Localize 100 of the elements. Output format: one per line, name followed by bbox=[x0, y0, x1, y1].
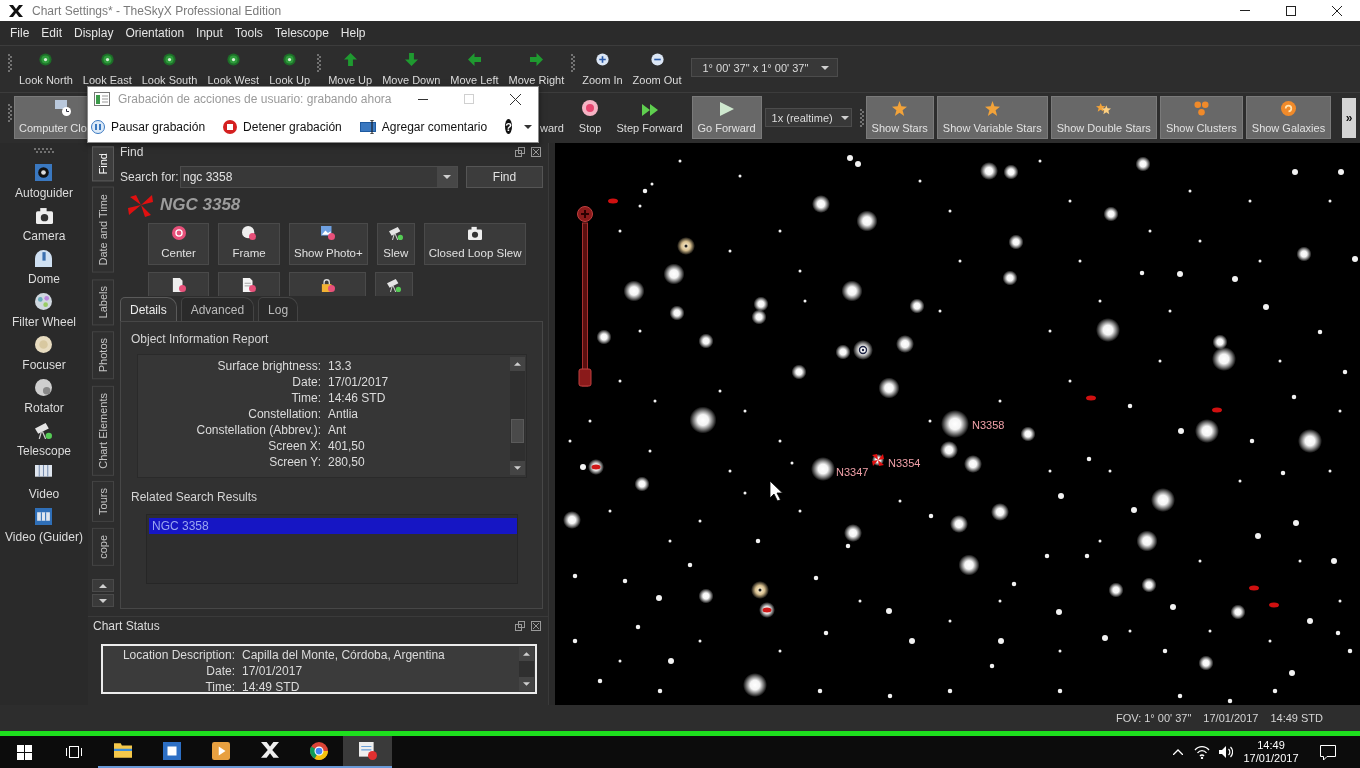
menu-item[interactable]: Display bbox=[68, 23, 120, 43]
close-icon[interactable] bbox=[531, 147, 541, 157]
toolbar-button[interactable]: Move Down bbox=[377, 46, 446, 92]
action-button[interactable] bbox=[375, 272, 413, 296]
menu-item[interactable]: File bbox=[4, 23, 36, 43]
device-button[interactable]: Focuser bbox=[22, 333, 66, 376]
device-button[interactable]: Dome bbox=[28, 247, 60, 290]
rate-dropdown[interactable]: 1x (realtime) bbox=[764, 108, 852, 127]
caret-up-icon bbox=[99, 583, 107, 588]
toolbar-button[interactable]: Go Forward bbox=[691, 96, 762, 139]
list-item[interactable]: NGC 3358 bbox=[149, 518, 517, 534]
device-button[interactable]: Rotator bbox=[24, 376, 64, 419]
scroll-down-button[interactable] bbox=[92, 594, 114, 607]
grip-handle[interactable] bbox=[8, 104, 12, 122]
recorder-button[interactable]: Pausar grabación bbox=[91, 119, 206, 134]
toolbar-button[interactable]: Move Right bbox=[503, 46, 570, 92]
action-button[interactable]: Show Photo+ bbox=[289, 223, 368, 265]
toolbar-button[interactable]: Step Forward bbox=[610, 96, 689, 139]
tab[interactable]: Log bbox=[258, 297, 299, 321]
play-icon bbox=[719, 102, 734, 116]
overflow-button[interactable]: » bbox=[1342, 97, 1356, 138]
recorder-button[interactable]: Agregar comentario bbox=[359, 119, 488, 134]
recorder-button[interactable]: Detener grabación bbox=[223, 119, 342, 134]
device-button[interactable]: Video bbox=[28, 462, 60, 505]
grip-handle[interactable] bbox=[571, 54, 576, 72]
side-tab[interactable]: Chart Elements bbox=[92, 385, 114, 476]
toolbar-button[interactable]: Computer Clo bbox=[14, 96, 87, 139]
scroll-up-button[interactable] bbox=[510, 357, 525, 371]
double-star-icon bbox=[1096, 101, 1112, 116]
scroll-down-button[interactable] bbox=[519, 677, 534, 691]
toolbar-button[interactable]: Show Galaxies bbox=[1245, 96, 1332, 139]
menu-item[interactable]: Tools bbox=[228, 23, 269, 43]
device-button[interactable]: Filter Wheel bbox=[12, 290, 76, 333]
zoom-slider-thumb[interactable] bbox=[578, 368, 592, 387]
dropdown-button[interactable] bbox=[437, 167, 457, 187]
device-button[interactable]: Telescope bbox=[16, 419, 71, 462]
action-button[interactable] bbox=[289, 272, 366, 296]
menu-item[interactable]: Edit bbox=[35, 23, 69, 43]
toolbar-button[interactable]: Show Stars bbox=[865, 96, 934, 139]
toolbar-button[interactable]: Move Left bbox=[445, 46, 504, 92]
tab[interactable]: Advanced bbox=[180, 297, 255, 321]
device-button[interactable]: Autoguider bbox=[14, 161, 73, 204]
undock-icon[interactable] bbox=[515, 147, 525, 157]
help-button[interactable]: ? bbox=[505, 119, 512, 134]
toolbar-button[interactable]: Zoom In bbox=[577, 46, 628, 92]
field-value: Capilla del Monte, Córdoba, Argentina bbox=[242, 648, 445, 662]
menu-item[interactable]: Help bbox=[334, 23, 372, 43]
toolbar-button[interactable]: Show Clusters bbox=[1159, 96, 1243, 139]
scrollbar-thumb[interactable] bbox=[511, 419, 524, 443]
direction-disc-icon bbox=[39, 53, 53, 66]
action-button[interactable] bbox=[148, 272, 209, 296]
grip-handle[interactable] bbox=[317, 54, 322, 72]
toolbar-button[interactable]: Move Up bbox=[323, 46, 378, 92]
grip-handle[interactable] bbox=[859, 109, 864, 127]
zoom-plus-button[interactable] bbox=[577, 206, 593, 222]
scrollbar-track[interactable] bbox=[510, 357, 525, 475]
x-logo-icon bbox=[260, 742, 279, 760]
side-tab[interactable]: Find bbox=[92, 146, 114, 182]
action-button[interactable]: Center bbox=[148, 223, 209, 265]
field-value: 14:49 STD bbox=[242, 680, 300, 694]
device-button[interactable]: Camera bbox=[22, 204, 66, 247]
side-tab[interactable]: Date and Time bbox=[92, 187, 114, 273]
side-tab[interactable]: Labels bbox=[92, 278, 114, 326]
undock-icon[interactable] bbox=[515, 621, 525, 631]
action-button[interactable]: Frame bbox=[218, 223, 280, 265]
action-button[interactable]: Closed Loop Slew bbox=[423, 223, 527, 265]
device-button[interactable]: Video (Guider) bbox=[5, 505, 83, 548]
panel-title: Chart Status bbox=[93, 619, 160, 633]
side-tab[interactable]: cope bbox=[92, 528, 114, 567]
scroll-up-button[interactable] bbox=[519, 647, 534, 661]
toolbar-button[interactable]: Look North bbox=[14, 46, 78, 92]
scrollbar-track[interactable] bbox=[519, 647, 534, 691]
caret-icon[interactable] bbox=[523, 124, 532, 129]
side-tab[interactable]: Tours bbox=[92, 481, 114, 523]
toolbar-button[interactable]: Show Double Stars bbox=[1050, 96, 1157, 139]
fov-dropdown[interactable]: 1° 00' 37" x 1° 00' 37" bbox=[691, 58, 839, 77]
search-field[interactable]: ngc 3358 bbox=[180, 166, 458, 188]
menu-item[interactable]: Orientation bbox=[119, 23, 191, 43]
close-icon[interactable] bbox=[531, 621, 541, 631]
arrow-icon bbox=[529, 53, 543, 66]
scroll-up-button[interactable] bbox=[92, 579, 114, 592]
toolbar-button[interactable]: Zoom Out bbox=[627, 46, 687, 92]
tab[interactable]: Details bbox=[120, 297, 177, 321]
telescope-icon bbox=[388, 226, 403, 240]
action-button[interactable]: Slew bbox=[376, 223, 415, 265]
grip-handle[interactable] bbox=[8, 54, 12, 72]
find-button[interactable]: Find bbox=[466, 166, 543, 188]
toolbar-button[interactable]: ward bbox=[539, 96, 570, 139]
taskbar-app-button[interactable] bbox=[343, 736, 392, 768]
grip-handle[interactable] bbox=[34, 148, 54, 153]
status-text: FOV: 1° 00' 37" bbox=[1115, 712, 1192, 724]
object-name: NGC 3358 bbox=[160, 195, 241, 215]
toolbar-button[interactable]: Show Variable Stars bbox=[936, 96, 1048, 139]
side-tab[interactable]: Photos bbox=[92, 331, 114, 380]
menu-item[interactable]: Input bbox=[190, 23, 229, 43]
menu-item[interactable]: Telescope bbox=[268, 23, 335, 43]
scroll-down-button[interactable] bbox=[510, 461, 525, 475]
toolbar-button[interactable]: Stop bbox=[572, 96, 608, 139]
action-button[interactable] bbox=[218, 272, 280, 296]
field-label: Constellation: bbox=[247, 407, 321, 421]
